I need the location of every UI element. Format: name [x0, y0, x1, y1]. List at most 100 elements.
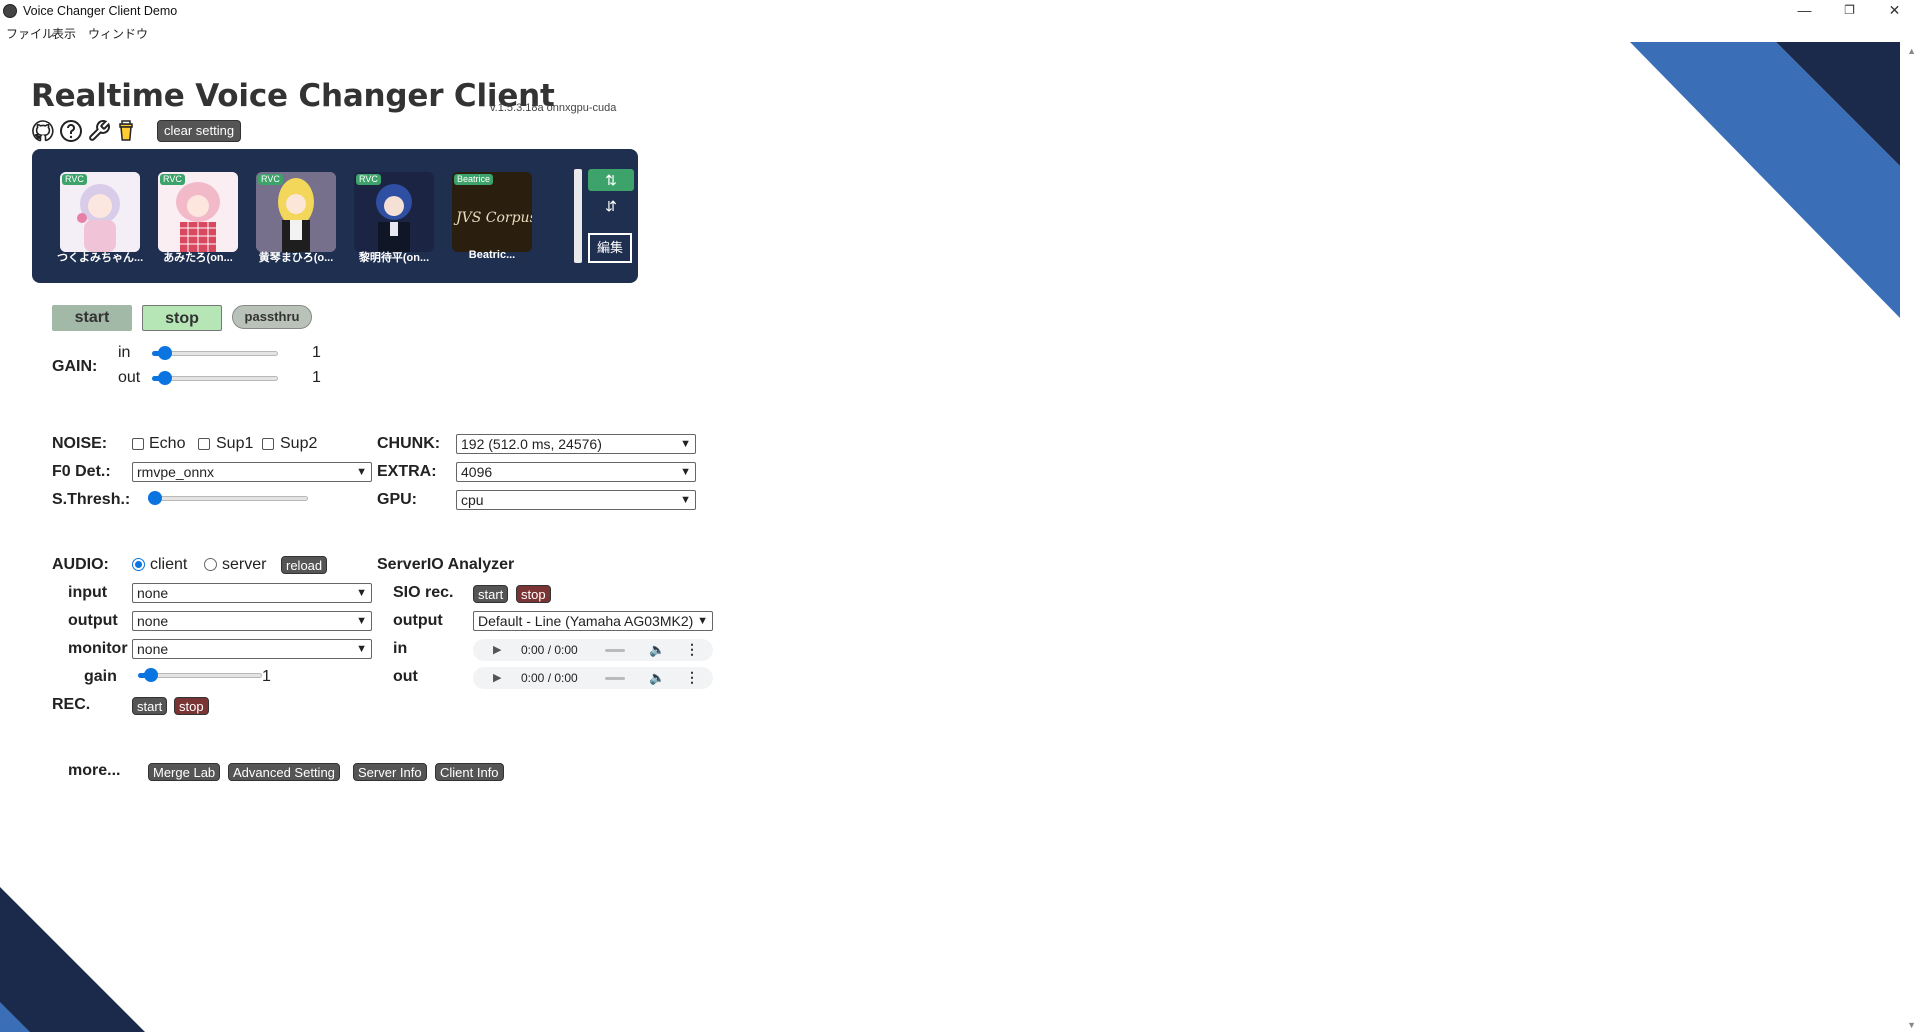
more-options-icon[interactable]: ⋮ [685, 641, 699, 658]
wrench-icon[interactable] [87, 119, 111, 143]
client-info-button[interactable]: Client Info [435, 763, 504, 781]
extra-select[interactable]: 4096 ▼ [456, 462, 696, 482]
f0-label: F0 Det.: [52, 463, 111, 480]
audio-server-label: server [222, 556, 267, 573]
more-options-icon[interactable]: ⋮ [685, 669, 699, 686]
app-icon [3, 4, 17, 18]
clear-setting-button[interactable]: clear setting [157, 120, 242, 142]
model-badge-0: RVC [62, 174, 87, 185]
gain-label: GAIN: [52, 358, 98, 375]
stop-button[interactable]: stop [142, 305, 222, 331]
merge-lab-button[interactable]: Merge Lab [148, 763, 221, 781]
audio-monitor-select[interactable]: none ▼ [132, 639, 372, 659]
sup2-label: Sup2 [280, 435, 318, 452]
window-titlebar: Voice Changer Client Demo — ❐ ✕ [0, 0, 1920, 22]
model-tile-4[interactable]: JVS Corpus Beatrice [452, 172, 532, 252]
echo-checkbox[interactable] [132, 438, 144, 450]
close-button[interactable]: ✕ [1872, 0, 1917, 22]
model-badge-3: RVC [356, 174, 381, 185]
extra-label: EXTRA: [377, 463, 437, 480]
vertical-scrollbar[interactable] [1900, 42, 1920, 1032]
sio-in-label: in [393, 640, 408, 657]
scroll-up-icon[interactable]: ▲ [1907, 46, 1916, 56]
menu-view[interactable]: 表示 [52, 25, 76, 42]
model-tile-3[interactable]: RVC [354, 172, 434, 252]
sio-output-select[interactable]: Default - Line (Yamaha AG03MK2) ▼ [473, 611, 713, 631]
chunk-select-value: 192 (512.0 ms, 24576) [461, 436, 602, 452]
app-title: Realtime Voice Changer Client [31, 78, 555, 114]
sort-descending-button[interactable]: ⇵ [588, 195, 634, 217]
reload-button[interactable]: reload [281, 556, 328, 574]
help-icon[interactable] [59, 119, 83, 143]
audio-input-select[interactable]: none ▼ [132, 583, 372, 603]
gain-in-label: in [118, 344, 131, 361]
play-icon[interactable]: ▶ [493, 671, 501, 684]
menu-window[interactable]: ウィンドウ [88, 25, 148, 42]
chevron-down-icon: ▼ [356, 615, 367, 627]
gain-out-slider[interactable] [152, 371, 278, 385]
model-tile-1[interactable]: RVC [158, 172, 238, 252]
more-label: more... [68, 762, 121, 779]
model-art-text-4: JVS Corpus [456, 210, 532, 226]
sio-rec-label: SIO rec. [393, 584, 454, 601]
audio-output-label: output [68, 612, 118, 629]
rec-start-button[interactable]: start [132, 697, 168, 715]
audio-server-radio[interactable] [204, 558, 217, 571]
monitor-gain-slider[interactable] [138, 668, 262, 682]
audio-client-radio[interactable] [132, 558, 145, 571]
model-tile-0[interactable]: RVC [60, 172, 140, 252]
sthresh-label: S.Thresh.: [52, 491, 131, 508]
rec-stop-button[interactable]: stop [174, 697, 209, 715]
server-info-button[interactable]: Server Info [353, 763, 427, 781]
audio-input-value: none [137, 585, 169, 601]
model-name-2: 黄琴まひろ(o... [258, 252, 334, 264]
model-badge-1: RVC [160, 174, 185, 185]
sio-in-player[interactable]: ▶ 0:00 / 0:00 🔈 ⋮ [473, 639, 713, 661]
sup2-checkbox[interactable] [262, 438, 274, 450]
advanced-setting-button[interactable]: Advanced Setting [228, 763, 340, 781]
sthresh-slider[interactable] [148, 491, 308, 505]
sio-in-time: 0:00 / 0:00 [521, 643, 578, 657]
sio-stop-button[interactable]: stop [516, 585, 551, 603]
sort-descending-icon: ⇵ [605, 198, 617, 214]
f0-detector-select[interactable]: rmvpe_onnx ▼ [132, 462, 372, 482]
restore-button[interactable]: ❐ [1827, 0, 1872, 22]
chevron-down-icon: ▼ [680, 494, 691, 506]
version-label: v.1.5.3.18a onnxgpu-cuda [490, 102, 617, 114]
sio-start-button[interactable]: start [473, 585, 509, 603]
model-tile-2[interactable]: RVC [256, 172, 336, 252]
volume-icon[interactable]: 🔈 [649, 642, 665, 658]
passthru-button[interactable]: passthru [232, 305, 312, 329]
minimize-button[interactable]: — [1782, 0, 1827, 22]
sort-ascending-button[interactable]: ⇅ [588, 169, 634, 191]
model-name-1: あみたろ(on... [163, 252, 233, 264]
audio-monitor-value: none [137, 641, 169, 657]
audio-input-label: input [68, 584, 108, 601]
chunk-select[interactable]: 192 (512.0 ms, 24576) ▼ [456, 434, 696, 454]
analyzer-title: ServerIO Analyzer [377, 556, 515, 573]
audio-output-select[interactable]: none ▼ [132, 611, 372, 631]
gain-in-slider[interactable] [152, 346, 278, 360]
sio-out-player[interactable]: ▶ 0:00 / 0:00 🔈 ⋮ [473, 667, 713, 689]
rec-label: REC. [52, 696, 91, 713]
progress-bar[interactable] [605, 649, 625, 652]
gpu-select-value: cpu [461, 492, 484, 508]
gain-out-value: 1 [312, 369, 321, 386]
menu-file[interactable]: ファイル [6, 25, 54, 42]
sio-output-value: Default - Line (Yamaha AG03MK2) [478, 613, 694, 629]
chevron-down-icon: ▼ [697, 615, 708, 627]
gpu-select[interactable]: cpu ▼ [456, 490, 696, 510]
scroll-down-icon[interactable]: ▼ [1907, 1020, 1916, 1030]
progress-bar[interactable] [605, 677, 625, 680]
volume-icon[interactable]: 🔈 [649, 670, 665, 686]
sup1-checkbox[interactable] [198, 438, 210, 450]
coffee-icon[interactable] [115, 119, 139, 143]
model-name-4: Beatric... [468, 249, 516, 261]
window-title: Voice Changer Client Demo [23, 4, 178, 18]
edit-button[interactable]: 編集 [588, 233, 632, 263]
noise-label: NOISE: [52, 435, 108, 452]
start-button[interactable]: start [52, 305, 132, 331]
gpu-label: GPU: [377, 491, 417, 508]
github-icon[interactable] [31, 119, 55, 143]
play-icon[interactable]: ▶ [493, 643, 501, 656]
